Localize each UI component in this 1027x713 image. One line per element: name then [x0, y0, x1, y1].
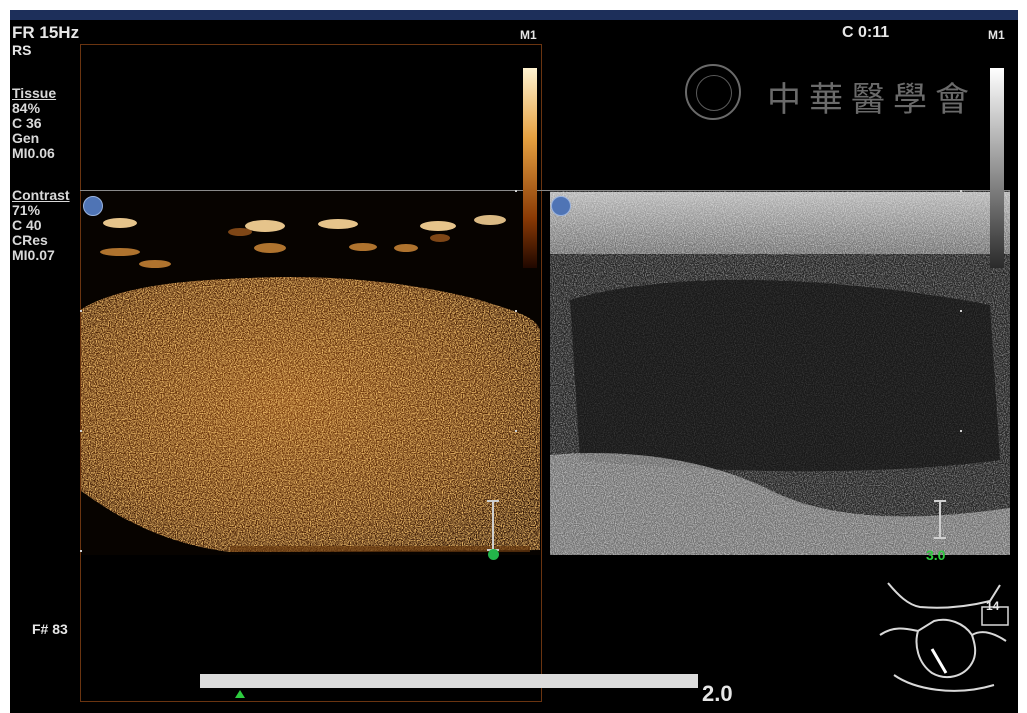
cine-timer: C 0:11 [842, 24, 890, 41]
marker-m1-left: M1 [520, 28, 537, 42]
header-strip [10, 10, 1018, 20]
contrast-settings: Contrast 71% C 40 CRes MI0.07 [12, 187, 70, 263]
depth-label: 3.0 [926, 547, 946, 563]
focus-marker-right [551, 196, 571, 216]
society-seal [685, 64, 741, 120]
body-marker-icon [879, 582, 1009, 692]
bottom-value: 2.0 [702, 681, 733, 706]
cine-position-marker[interactable] [235, 690, 245, 698]
roi-top-line [80, 190, 1010, 191]
ultrasound-display: 中華醫學會 FR 15Hz RS Tissue 84% C 36 Gen MI0… [10, 10, 1018, 713]
roi-box [80, 44, 542, 702]
tissue-settings: Tissue 84% C 36 Gen MI0.06 [12, 85, 57, 161]
contrast-colorbar [523, 68, 537, 268]
mode-label: RS [12, 42, 32, 58]
grayscale-colorbar [990, 68, 1004, 268]
contrast-title: Contrast [12, 187, 70, 203]
tissue-title: Tissue [12, 85, 57, 101]
probe-position-value: 14 [986, 599, 1000, 613]
frame-rate: FR 15Hz [12, 23, 80, 42]
depth-cursor [488, 549, 499, 560]
watermark-text: 中華醫學會 [767, 80, 977, 120]
cine-progress-bar[interactable] [200, 674, 698, 688]
focus-marker-left [83, 196, 103, 216]
marker-m1-right: M1 [988, 28, 1005, 42]
frame-number: F# 83 [32, 621, 68, 637]
